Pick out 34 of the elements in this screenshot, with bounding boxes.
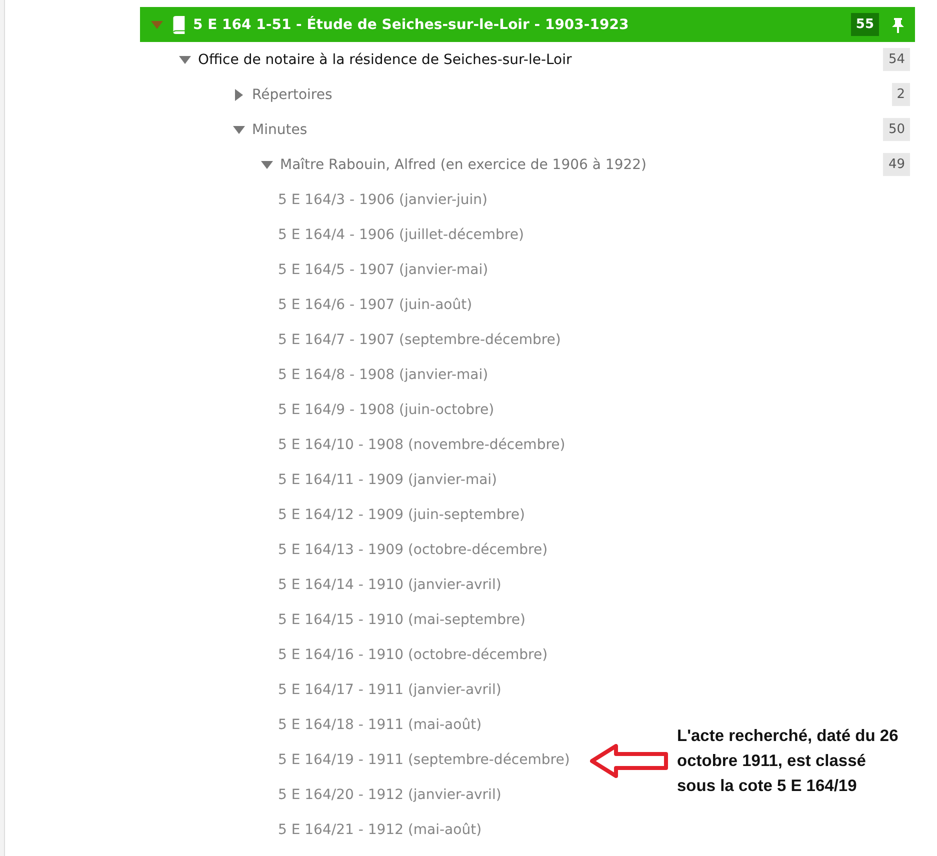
tree-item[interactable]: 5 E 164/5 - 1907 (janvier-mai) — [278, 262, 488, 278]
tree-item[interactable]: 5 E 164/11 - 1909 (janvier-mai) — [278, 472, 498, 488]
tree-item[interactable]: 5 E 164/17 - 1911 (janvier-avril) — [278, 682, 502, 698]
tree-item[interactable]: 5 E 164/6 - 1907 (juin-août) — [278, 296, 472, 312]
tree-item[interactable]: 5 E 164/16 - 1910 (octobre-décembre) — [278, 646, 548, 662]
count-badge: 50 — [883, 118, 910, 141]
tree-node-label[interactable]: Répertoires — [252, 86, 332, 102]
tree-item[interactable]: 5 E 164/7 - 1907 (septembre-décembre) — [278, 332, 561, 348]
tree-item[interactable]: 5 E 164/14 - 1910 (janvier-avril) — [278, 576, 502, 592]
tree-item[interactable]: 5 E 164/9 - 1908 (juin-octobre) — [278, 402, 494, 418]
tree-item[interactable]: 5 E 164/10 - 1908 (novembre-décembre) — [278, 436, 566, 452]
tree-node-label[interactable]: Office de notaire à la résidence de Seiches-sur-le-Loir — [198, 52, 572, 68]
tree-node-label[interactable]: 5 E 164 1-51 - Étude de Seiches-sur-le-Loir - 1903-1923 — [193, 16, 629, 32]
tree-item[interactable]: 5 E 164/8 - 1908 (janvier-mai) — [278, 366, 488, 382]
tree-header[interactable]: 5 E 164 1-51 - Étude de Seiches-sur-le-Loir - 1903-1923 55 — [140, 7, 915, 42]
tree-item[interactable]: 5 E 164/13 - 1909 (octobre-décembre) — [278, 542, 548, 558]
pin-icon[interactable] — [891, 16, 905, 32]
tree-item[interactable]: 5 E 164/12 - 1909 (juin-septembre) — [278, 506, 525, 522]
tree-item[interactable]: 5 E 164/19 - 1911 (septembre-décembre) — [278, 752, 570, 768]
tree-node-label[interactable]: Maître Rabouin, Alfred (en exercice de 1906 à 1922) — [280, 156, 647, 172]
count-badge: 54 — [883, 48, 910, 71]
count-badge: 49 — [883, 153, 910, 176]
count-badge: 55 — [850, 13, 879, 36]
tree-item[interactable]: 5 E 164/3 - 1906 (janvier-juin) — [278, 192, 488, 208]
count-badge: 2 — [892, 83, 910, 106]
tree-item[interactable]: 5 E 164/4 - 1906 (juillet-décembre) — [278, 226, 524, 242]
annotation-text: L'acte recherché, daté du 26 octobre 1911, est classé sous la cote 5 E 164/19 — [677, 726, 900, 797]
tree-item[interactable]: 5 E 164/15 - 1910 (mai-septembre) — [278, 612, 526, 628]
tree-item[interactable]: 5 E 164/20 - 1912 (janvier-avril) — [278, 786, 502, 802]
book-icon — [170, 14, 186, 34]
tree-item[interactable]: 5 E 164/21 - 1912 (mai-août) — [278, 822, 482, 838]
tree-node-label[interactable]: Minutes — [252, 122, 308, 138]
arrow-icon — [590, 744, 670, 778]
tree-item[interactable]: 5 E 164/18 - 1911 (mai-août) — [278, 716, 482, 732]
